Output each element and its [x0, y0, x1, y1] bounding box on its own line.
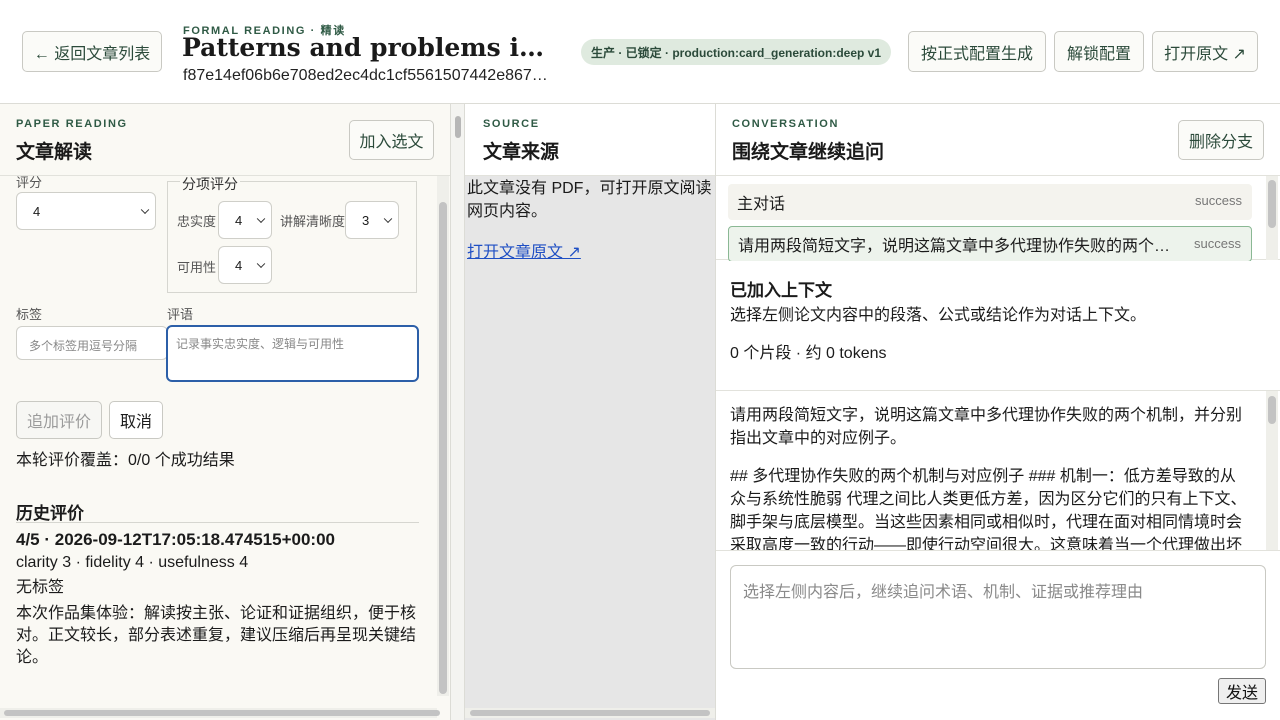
- paper-reading-title: 文章解读: [16, 141, 93, 163]
- generate-with-config-button[interactable]: 按正式配置生成: [908, 31, 1046, 72]
- composer-textarea[interactable]: 选择左侧内容后，继续追问术语、机制、证据或推荐理由: [730, 565, 1266, 669]
- chevron-down-icon: [256, 259, 266, 269]
- cancel-review-button[interactable]: 取消: [109, 401, 163, 439]
- score-value: 4: [33, 203, 41, 219]
- clarity-select[interactable]: 3: [345, 201, 399, 239]
- left-scrollbar-thumb[interactable]: [439, 202, 447, 694]
- gutter-scroll-thumb[interactable]: [455, 116, 461, 138]
- clarity-value: 3: [362, 212, 370, 228]
- assistant-answer: ## 多代理协作失败的两个机制与对应例子 ### 机制一：低方差导致的从众与系统…: [730, 468, 1247, 551]
- source-hscrollbar[interactable]: [465, 708, 715, 718]
- send-button[interactable]: 发送: [1218, 678, 1266, 704]
- usefulness-value: 4: [235, 257, 243, 273]
- delete-branch-button[interactable]: 删除分支: [1178, 120, 1264, 160]
- paper-reading-eyebrow: PAPER READING: [16, 118, 128, 130]
- fidelity-value: 4: [235, 212, 243, 228]
- chat-scrollbar-thumb[interactable]: [1268, 396, 1276, 424]
- panel-resize-gutter[interactable]: [451, 104, 465, 720]
- tags-input[interactable]: 多个标签用逗号分隔: [16, 326, 168, 360]
- subscores-legend: 分项评分: [180, 174, 240, 194]
- context-section: 已加入上下文 选择左侧论文内容中的段落、公式或结论作为对话上下文。 0 个片段 …: [716, 261, 1280, 391]
- comment-label: 评语: [167, 307, 194, 322]
- conversation-title: 围绕文章继续追问: [732, 141, 885, 163]
- conversation-panel: CONVERSATION 围绕文章继续追问 删除分支 主对话 success 请…: [716, 104, 1280, 720]
- config-status-badge: 生产 · 已锁定 · production:card_generation:de…: [581, 39, 892, 65]
- usefulness-select[interactable]: 4: [218, 246, 272, 284]
- branch-label: 请用两段简短文字，说明这篇文章中多代理协作失败的两个机制: [738, 238, 1178, 255]
- chevron-down-icon: [383, 214, 393, 224]
- context-description: 选择左侧论文内容中的段落、公式或结论作为对话上下文。: [730, 307, 1147, 324]
- left-hscrollbar-thumb[interactable]: [4, 710, 440, 716]
- paper-reading-header: PAPER READING 文章解读 加入选文: [0, 104, 450, 176]
- source-eyebrow: SOURCE: [483, 118, 540, 130]
- coverage-text: 本轮评价覆盖：0/0 个成功结果: [16, 452, 235, 469]
- conversation-eyebrow: CONVERSATION: [732, 118, 840, 130]
- history-tags: 无标签: [16, 579, 65, 596]
- fidelity-label: 忠实度: [177, 214, 217, 229]
- history-title: 历史评价: [16, 504, 84, 523]
- branch-item-main[interactable]: 主对话 success: [728, 184, 1252, 220]
- paper-title: Patterns and problems in e…: [182, 33, 562, 62]
- chat-transcript: 请用两段简短文字，说明这篇文章中多代理协作失败的两个机制，并分别指出文章中的对应…: [716, 391, 1280, 551]
- clarity-label: 讲解清晰度: [280, 214, 346, 229]
- unlock-config-button[interactable]: 解锁配置: [1054, 31, 1144, 72]
- history-dimensions: clarity 3 · fidelity 4 · usefulness 4: [16, 554, 249, 571]
- paper-reading-panel: 评分 4 分项评分 忠实度 4 讲解清晰度 3 可用性 4 标签 多个标签用逗号…: [0, 104, 451, 720]
- branch-status: success: [1194, 236, 1241, 251]
- source-title: 文章来源: [483, 141, 560, 163]
- context-title: 已加入上下文: [730, 281, 832, 300]
- chevron-down-icon: [256, 214, 266, 224]
- left-hscrollbar[interactable]: [0, 708, 440, 718]
- no-pdf-notice: 此文章没有 PDF，可打开原文阅读网页内容。: [467, 180, 712, 220]
- fidelity-select[interactable]: 4: [218, 201, 272, 239]
- user-question: 请用两段简短文字，说明这篇文章中多代理协作失败的两个机制，并分别指出文章中的对应…: [730, 407, 1243, 447]
- top-header: ← 返回文章列表 FORMAL READING · 精读 Patterns an…: [0, 0, 1280, 104]
- branch-status: success: [1195, 193, 1242, 208]
- comment-textarea[interactable]: 记录事实忠实度、逻辑与可用性: [166, 325, 419, 382]
- back-to-list-button[interactable]: ← 返回文章列表: [22, 31, 162, 72]
- branch-item-selected[interactable]: 请用两段简短文字，说明这篇文章中多代理协作失败的两个机制 success: [728, 226, 1252, 262]
- branch-list: 主对话 success 请用两段简短文字，说明这篇文章中多代理协作失败的两个机制…: [716, 176, 1280, 262]
- usefulness-label: 可用性: [177, 260, 217, 275]
- source-hscrollbar-thumb[interactable]: [470, 710, 710, 716]
- source-panel: SOURCE 文章来源 此文章没有 PDF，可打开原文阅读网页内容。 打开文章原…: [465, 104, 716, 720]
- branch-label: 主对话: [737, 196, 786, 213]
- conversation-header: CONVERSATION 围绕文章继续追问 删除分支: [716, 104, 1280, 176]
- context-count: 0 个片段 · 约 0 tokens: [730, 345, 887, 362]
- history-comment: 本次作品集体验：解读按主张、论证和证据组织，便于核对。正文较长，部分表述重复，建…: [16, 605, 417, 666]
- left-scrollbar[interactable]: [437, 176, 449, 696]
- chevron-down-icon: [140, 205, 150, 215]
- paper-hash: f87e14ef06b6e708ed2ec4dc1cf5561507442e86…: [183, 67, 548, 84]
- history-score: 4/5 · 2026-09-12T17:05:18.474515+00:00: [16, 530, 335, 549]
- branch-scrollbar-thumb[interactable]: [1268, 180, 1276, 228]
- history-divider: [16, 522, 419, 523]
- open-article-link[interactable]: 打开文章原文 ↗: [467, 238, 581, 262]
- tags-label: 标签: [16, 307, 43, 322]
- chat-scrollbar[interactable]: [1266, 391, 1278, 550]
- score-select[interactable]: 4: [16, 192, 156, 230]
- source-header: SOURCE 文章来源: [465, 104, 715, 176]
- branch-scrollbar[interactable]: [1266, 176, 1278, 260]
- add-selection-button[interactable]: 加入选文: [349, 120, 434, 160]
- open-original-button[interactable]: 打开原文 ↗: [1152, 31, 1258, 72]
- append-review-button[interactable]: 追加评价: [16, 401, 102, 439]
